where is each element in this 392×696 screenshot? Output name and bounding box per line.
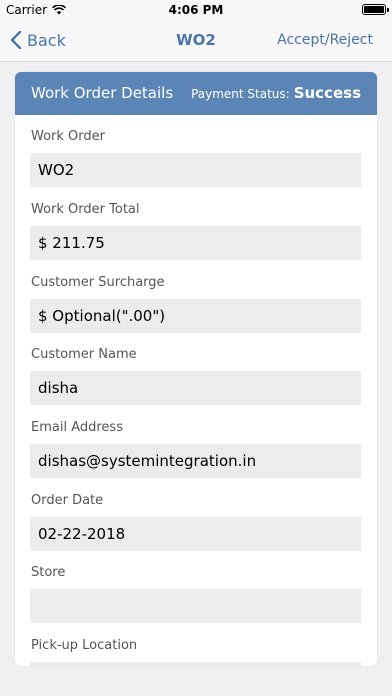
payment-status-label: Payment Status: — [191, 87, 290, 101]
work-order-total-field[interactable]: $ 211.75 — [30, 226, 361, 260]
customer-surcharge-label: Customer Surcharge — [31, 275, 165, 290]
card-header: Work Order Details Payment Status: Succes… — [15, 72, 377, 115]
work-order-total-label: Work Order Total — [31, 202, 140, 217]
status-time: 4:06 PM — [168, 3, 224, 17]
customer-name-label: Customer Name — [31, 347, 137, 362]
customer-name-field[interactable]: disha — [30, 371, 361, 405]
accept-reject-button[interactable]: Accept/Reject — [277, 32, 373, 48]
store-field[interactable] — [30, 589, 361, 623]
order-date-label: Order Date — [31, 493, 104, 508]
order-date-field[interactable]: 02-22-2018 — [30, 517, 361, 551]
email-address-field[interactable]: dishas@systemintegration.in — [30, 444, 361, 478]
navigation-bar: Back WO2 Accept/Reject — [0, 20, 392, 62]
work-order-field[interactable]: WO2 — [30, 153, 361, 187]
email-address-label: Email Address — [31, 420, 123, 435]
payment-status-value: Success — [293, 84, 361, 102]
battery-icon — [362, 4, 389, 15]
work-order-label: Work Order — [31, 129, 105, 144]
store-label: Store — [31, 565, 66, 580]
card-title: Work Order Details — [31, 84, 174, 102]
pickup-location-label: Pick-up Location — [31, 638, 138, 653]
customer-surcharge-field[interactable]: $ Optional(".00") — [30, 299, 361, 333]
payment-status: Payment Status: Success — [191, 84, 361, 102]
work-order-details-card: Work Order Details Payment Status: Succes… — [15, 72, 377, 666]
status-bar: Carrier 4:06 PM — [0, 0, 392, 20]
pickup-location-field[interactable] — [30, 662, 361, 666]
